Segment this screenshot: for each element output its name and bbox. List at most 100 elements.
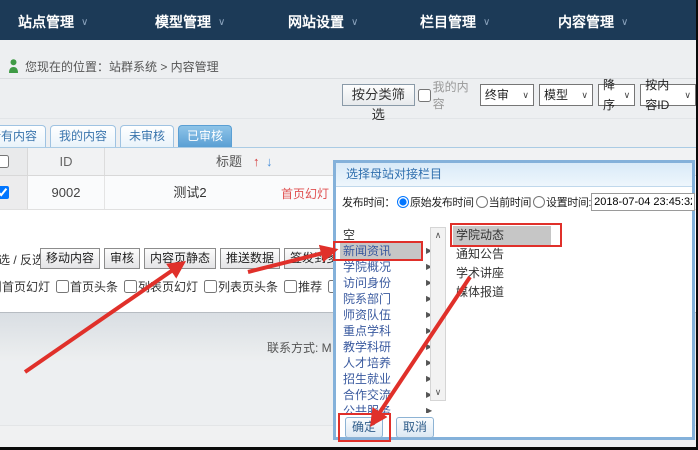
filter-by-category-button[interactable]: 按分类筛选: [342, 84, 415, 106]
chevron-down-icon: ∨: [81, 17, 88, 28]
select-value: 模型: [544, 85, 568, 105]
list-item-admissions[interactable]: 招生就业▶: [340, 371, 432, 387]
id-column-header: ID: [28, 148, 105, 175]
list-item-visitor[interactable]: 访问身份▶: [340, 275, 432, 291]
nav-site-management[interactable]: 站点管理 ∨: [18, 12, 88, 32]
filter-select-audit[interactable]: 终审 ∨: [480, 84, 534, 106]
list-item-label: 学院概况: [340, 259, 422, 275]
header-checkbox-cell: [0, 148, 28, 175]
move-content-button[interactable]: 移动内容: [40, 248, 100, 269]
radio-original-time[interactable]: [397, 196, 409, 208]
list-item-label: 招生就业: [340, 371, 422, 387]
list-item-news[interactable]: 新闻资讯▶: [340, 243, 432, 259]
sublist-item-college-news[interactable]: 学院动态: [453, 226, 551, 245]
sub-column-list: 学院动态 通知公告 学术讲座 媒体报道: [453, 226, 613, 302]
radio-set-time[interactable]: [533, 196, 545, 208]
tab-all-content[interactable]: 所有内容: [0, 125, 46, 147]
title-column-header: 标题: [216, 148, 242, 175]
sublist-item-lectures[interactable]: 学术讲座: [453, 264, 613, 283]
nav-column-management[interactable]: 栏目管理∨: [420, 12, 490, 32]
list-item-label: 师资队伍: [340, 307, 422, 323]
set-time-input[interactable]: [591, 193, 695, 211]
list-scrollbar[interactable]: ∧ ∨: [430, 227, 446, 401]
flag-label: 首页头条: [70, 278, 118, 295]
list-item-label: 教学科研: [340, 339, 422, 355]
flag-home-slide-checkbox[interactable]: [0, 280, 1, 293]
sublist-item-notices[interactable]: 通知公告: [453, 245, 613, 264]
radio-current-time[interactable]: [476, 196, 488, 208]
filter-select-sort-field[interactable]: 按内容ID∨: [640, 84, 696, 106]
list-item-cooperation[interactable]: 合作交流▶: [340, 387, 432, 403]
tab-audited[interactable]: 已审核: [178, 125, 232, 147]
chevron-down-icon: ∨: [522, 85, 529, 105]
nav-label: 网站设置: [288, 12, 344, 32]
footer-contact-text: 联系方式: M: [267, 339, 332, 356]
tab-my-content[interactable]: 我的内容: [50, 125, 116, 147]
list-item-clipped[interactable]: 公共服务▶: [340, 403, 432, 413]
chevron-down-icon: ∨: [351, 17, 358, 28]
flag-list-headline-checkbox[interactable]: [204, 280, 217, 293]
ok-button[interactable]: 确定: [345, 417, 383, 438]
my-content-checkbox[interactable]: [418, 89, 431, 102]
list-item-teaching-research[interactable]: 教学科研▶: [340, 339, 432, 355]
content-tabs: 所有内容 我的内容 未审核 已审核: [0, 125, 232, 147]
tab-unaudited[interactable]: 未审核: [120, 125, 174, 147]
cancel-button[interactable]: 取消: [396, 417, 434, 438]
radio-current-time-label[interactable]: 当前时间: [489, 194, 531, 210]
nav-content-management[interactable]: 内容管理∨: [558, 12, 628, 32]
select-all-checkbox[interactable]: [0, 155, 9, 168]
chevron-down-icon: ∨: [684, 85, 691, 105]
user-icon: [8, 59, 19, 74]
chevron-down-icon: ∨: [483, 17, 490, 28]
row-checkbox-cell: [0, 176, 28, 209]
flag-recommend-checkbox[interactable]: [284, 280, 297, 293]
filter-select-model[interactable]: 模型∨: [539, 84, 593, 106]
publish-time-row: 发布时间： 原始发布时间 当前时间 设置时间:: [342, 192, 694, 212]
nav-label: 内容管理: [558, 12, 614, 32]
list-item-talent[interactable]: 人才培养▶: [340, 355, 432, 371]
list-item-empty[interactable]: 空: [340, 227, 432, 243]
flag-label: 首页幻灯: [2, 278, 50, 295]
list-item-departments[interactable]: 院系部门▶: [340, 291, 432, 307]
nav-label: 模型管理: [155, 12, 211, 32]
filter-bar: 按分类筛选 我的内容 终审∨ 模型∨ 降序∨ 按内容ID∨: [342, 84, 696, 106]
sort-desc-icon[interactable]: ↓: [266, 148, 273, 175]
push-data-button[interactable]: 推送数据: [220, 248, 280, 269]
list-item-label: 新闻资讯: [340, 243, 422, 259]
sublist-item-media[interactable]: 媒体报道: [453, 283, 613, 302]
filter-select-order[interactable]: 降序∨: [598, 84, 635, 106]
scroll-up-icon[interactable]: ∧: [431, 230, 445, 241]
list-item-faculty[interactable]: 师资队伍▶: [340, 307, 432, 323]
list-item-label: 重点学科: [340, 323, 422, 339]
top-nav: 站点管理∨ 模型管理∨ 网站设置∨ 栏目管理∨ 内容管理∨: [0, 0, 696, 40]
scroll-down-icon[interactable]: ∨: [431, 387, 445, 398]
radio-set-time-label[interactable]: 设置时间:: [546, 194, 591, 210]
chevron-down-icon: ∨: [218, 17, 225, 28]
list-item-label: 合作交流: [340, 387, 422, 403]
list-item-label: 人才培养: [340, 355, 422, 371]
my-content-label: 我的内容: [433, 78, 475, 112]
select-invert-label[interactable]: 全选 / 反选: [0, 251, 44, 268]
list-item-key-subjects[interactable]: 重点学科▶: [340, 323, 432, 339]
dialog-title: 选择母站对接栏目: [336, 163, 692, 187]
flag-label: 推荐: [298, 278, 322, 295]
select-parent-column-dialog: 选择母站对接栏目 发布时间： 原始发布时间 当前时间 设置时间: 空 新闻资讯▶…: [333, 160, 695, 440]
nav-model-management[interactable]: 模型管理 ∨: [155, 12, 225, 32]
static-page-button[interactable]: 内容页静态: [144, 248, 216, 269]
row-checkbox[interactable]: [0, 186, 9, 199]
nav-website-settings[interactable]: 网站设置 ∨: [288, 12, 358, 32]
select-value: 终审: [485, 85, 509, 105]
flag-label: 列表页头条: [218, 278, 278, 295]
list-item-label: 公共服务: [340, 403, 422, 413]
list-item-overview[interactable]: 学院概况▶: [340, 259, 432, 275]
nav-label: 站点管理: [18, 12, 74, 32]
radio-original-time-label[interactable]: 原始发布时间: [410, 194, 474, 210]
sort-asc-icon[interactable]: ↑: [253, 148, 260, 175]
row-flag-label[interactable]: 首页幻灯: [281, 185, 329, 202]
publish-time-label: 发布时间：: [342, 194, 395, 210]
flag-list-slide-checkbox[interactable]: [124, 280, 137, 293]
divider: [0, 78, 696, 79]
audit-button[interactable]: 审核: [104, 248, 140, 269]
row-title[interactable]: 测试2: [105, 176, 275, 209]
flag-home-headline-checkbox[interactable]: [56, 280, 69, 293]
